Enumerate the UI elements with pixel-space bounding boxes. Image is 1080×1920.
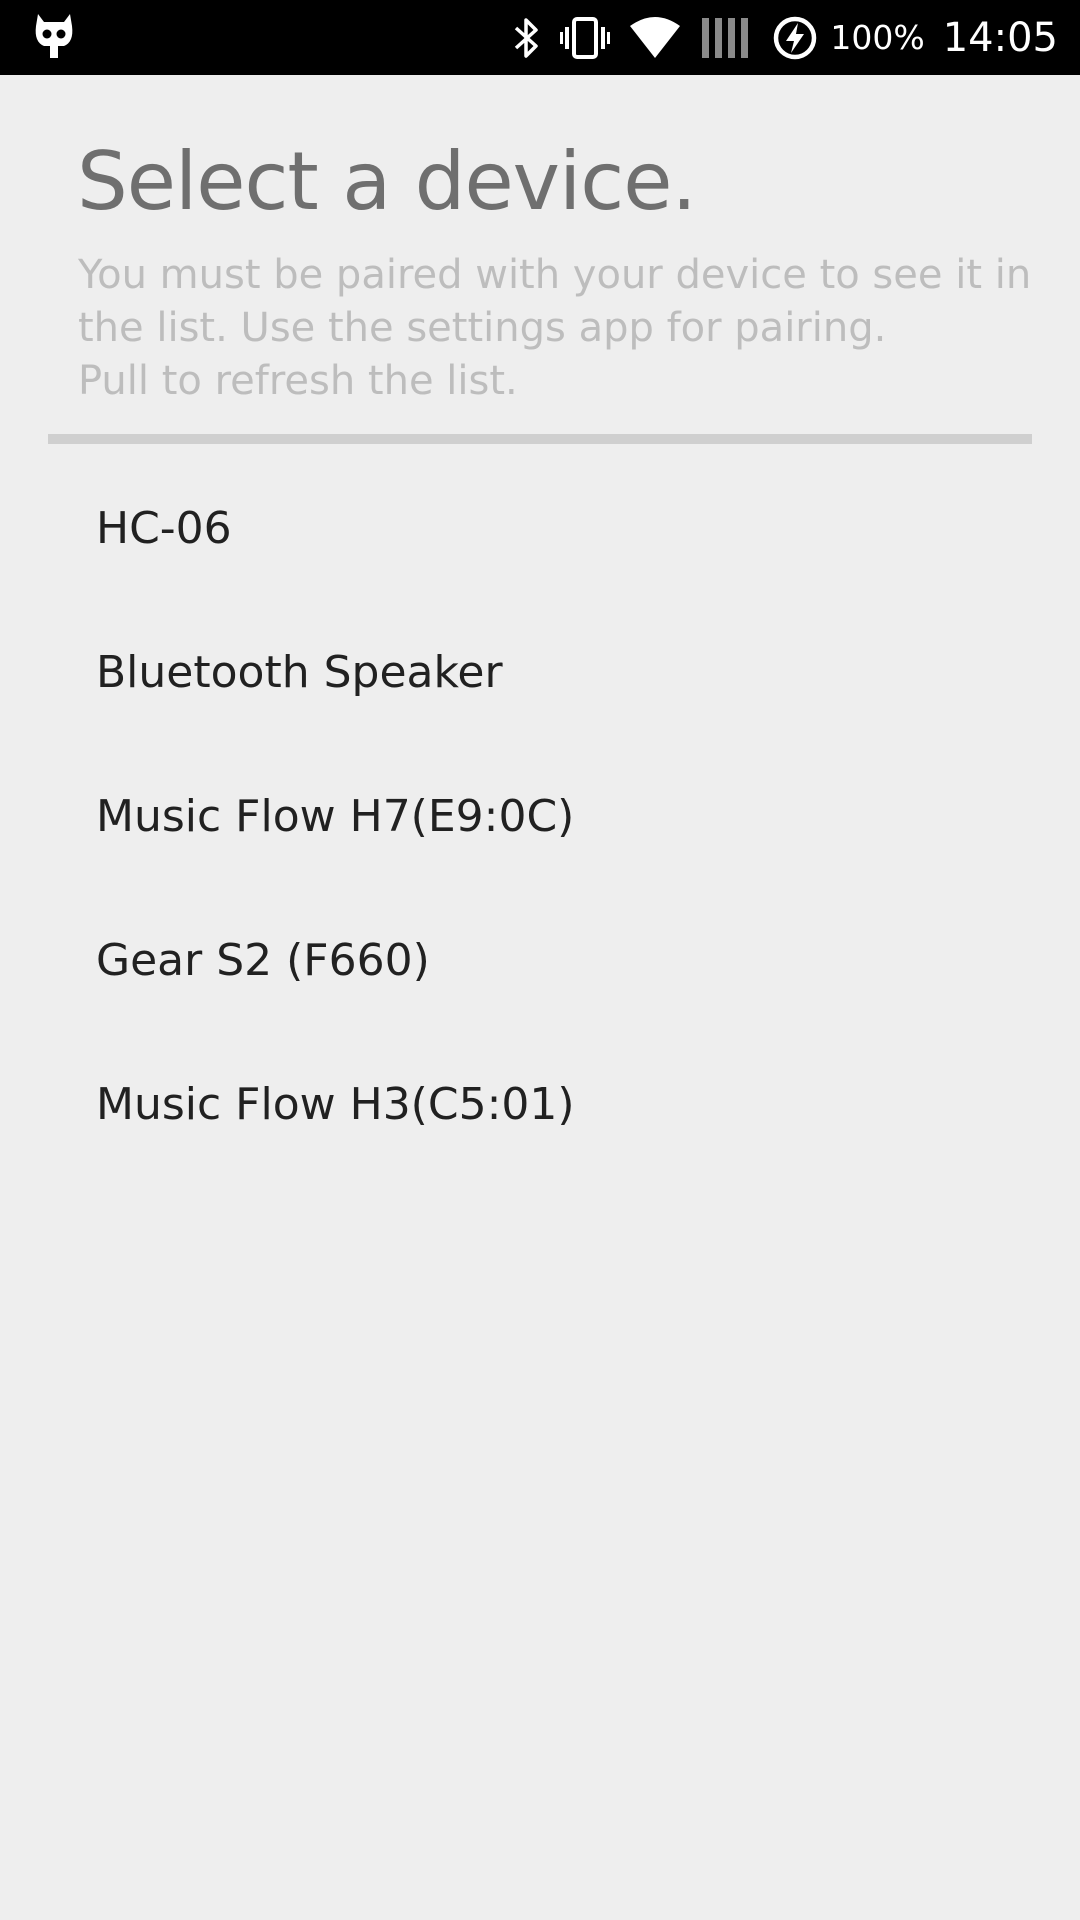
no-signal-icon	[700, 16, 754, 60]
device-item-music-flow-h3[interactable]: Music Flow H3(C5:01)	[0, 1032, 1080, 1176]
bluetooth-icon	[512, 16, 542, 60]
device-item-hc-06[interactable]: HC-06	[0, 456, 1080, 600]
page-subtitle: You must be paired with your device to s…	[78, 249, 1038, 408]
battery-percent: 100%	[830, 18, 925, 57]
subtitle-line: the list. Use the settings app for pairi…	[78, 305, 887, 351]
device-item-music-flow-h7[interactable]: Music Flow H7(E9:0C)	[0, 744, 1080, 888]
divider	[48, 434, 1032, 444]
cyanogenmod-icon	[32, 12, 76, 62]
clock: 14:05	[942, 14, 1058, 61]
battery-charging-icon	[772, 15, 818, 61]
device-list[interactable]: HC-06 Bluetooth Speaker Music Flow H7(E9…	[0, 456, 1080, 1176]
subtitle-line: You must be paired with your device to s…	[78, 252, 1032, 298]
vibrate-icon	[560, 16, 611, 60]
page-title: Select a device.	[77, 135, 697, 228]
status-bar: 100% 14:05	[0, 0, 1080, 75]
device-picker-screen: Select a device. You must be paired with…	[0, 75, 1080, 1920]
device-item-bluetooth-speaker[interactable]: Bluetooth Speaker	[0, 600, 1080, 744]
subtitle-line: Pull to refresh the list.	[78, 358, 518, 404]
device-item-gear-s2[interactable]: Gear S2 (F660)	[0, 888, 1080, 1032]
status-icons: 100% 14:05	[512, 0, 1058, 75]
wifi-icon	[628, 16, 682, 60]
